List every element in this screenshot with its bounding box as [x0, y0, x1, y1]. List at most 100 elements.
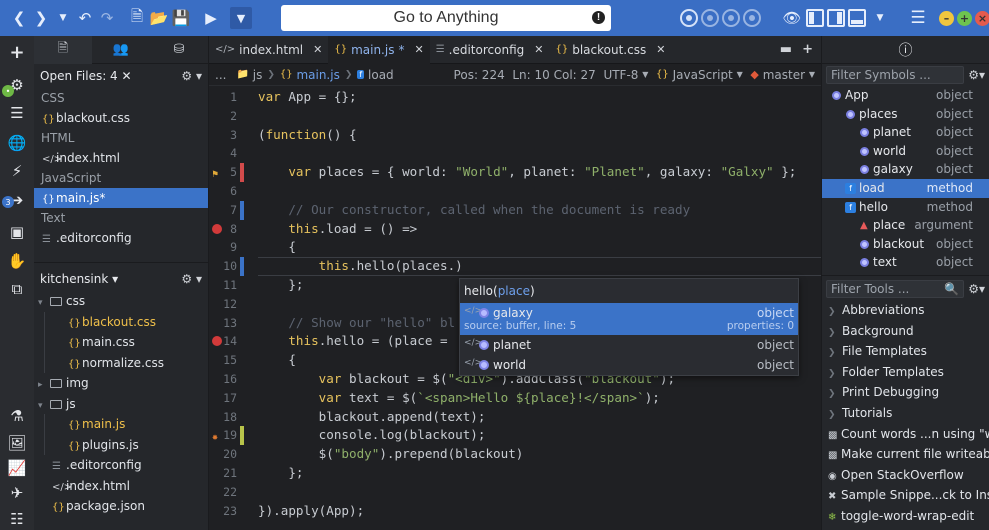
tree-file-blackout-css[interactable]: {}blackout.css — [34, 311, 208, 332]
tree-folder-img[interactable]: ▸ img — [34, 373, 208, 394]
toggle-left-pane-icon[interactable] — [806, 9, 824, 27]
close-open-files-icon[interactable]: ✕ — [122, 69, 132, 83]
search-icon[interactable]: 🔍 — [944, 281, 959, 297]
tool-count-words[interactable]: ▩Count words ...n using "wc" — [822, 424, 989, 445]
close-tab-icon[interactable]: ✕ — [414, 43, 423, 56]
symbol-places[interactable]: places object — [822, 105, 989, 124]
flask-icon[interactable]: ⚗ — [7, 406, 27, 426]
forward-icon[interactable]: ❯ — [30, 7, 52, 29]
tools-gear-icon[interactable]: ⚙▾ — [968, 282, 985, 296]
hand-icon[interactable]: ✋ — [7, 251, 27, 271]
breadcrumb-symbol[interactable]: load — [368, 68, 394, 82]
tab-list-icon[interactable]: ▬ — [780, 42, 792, 57]
project-selector[interactable]: kitchensink ▾ — [40, 272, 118, 286]
tab-people-icon[interactable]: 👥 — [92, 36, 150, 64]
redo-icon[interactable]: ↷ — [96, 7, 118, 29]
new-file-icon[interactable]: 🗎 — [126, 7, 148, 29]
add-icon[interactable]: + — [7, 42, 27, 63]
run-icon[interactable]: ▶ — [200, 7, 222, 29]
symbols-gear-icon[interactable]: ⚙▾ — [968, 68, 985, 82]
debug-icon[interactable]: ✈ — [7, 483, 27, 503]
tree-file-normalize-css[interactable]: {}normalize.css — [34, 352, 208, 373]
tree-file-main-js[interactable]: {}main.js — [34, 414, 208, 435]
autocomplete-item-galaxy[interactable]: </> galaxy object source: buffer, line: … — [460, 303, 798, 335]
tool-folder-background[interactable]: ❯ Background — [822, 321, 989, 342]
breadcrumb-file[interactable]: main.js — [296, 68, 339, 82]
open-file-editorconfig[interactable]: ☰ .editorconfig — [34, 228, 208, 248]
save-macro-icon[interactable] — [743, 9, 761, 27]
symbol-galaxy[interactable]: galaxy object — [822, 160, 989, 179]
symbol-planet[interactable]: planet object — [822, 123, 989, 142]
autocomplete-item-planet[interactable]: </> planet object — [460, 335, 798, 355]
tool-folder-print-debugging[interactable]: ❯ Print Debugging — [822, 382, 989, 403]
globe-icon[interactable]: 🌐 — [7, 133, 27, 153]
symbol-app[interactable]: App object — [822, 86, 989, 105]
tree-file-index-html[interactable]: </>index.html — [34, 476, 208, 497]
status-branch[interactable]: master — [763, 68, 805, 82]
filter-tools-input[interactable]: Filter Tools ... 🔍 — [826, 279, 965, 298]
symbol-place[interactable]: ▲ place argument — [822, 216, 989, 235]
open-file-main-js[interactable]: {}main.js* — [34, 188, 208, 208]
expand-img-icon[interactable]: ▸ — [38, 375, 50, 396]
history-dropdown-icon[interactable]: ▼ — [52, 7, 74, 29]
record-macro-icon[interactable] — [680, 9, 698, 27]
tree-file-package-json[interactable]: {}package.json — [34, 496, 208, 517]
tab-editorconfig[interactable]: ☰ .editorconfig ✕ — [430, 36, 550, 64]
close-tab-icon[interactable]: ✕ — [534, 43, 543, 56]
open-file-blackout-css[interactable]: {}blackout.css — [34, 108, 208, 128]
open-file-index-html[interactable]: </>index.html — [34, 148, 208, 168]
close-tab-icon[interactable]: ✕ — [313, 43, 322, 56]
tree-file-main-css[interactable]: {}main.css — [34, 332, 208, 353]
close-tab-icon[interactable]: ✕ — [656, 43, 665, 56]
expand-js-icon[interactable]: ▾ — [38, 396, 50, 417]
close-window-icon[interactable]: × — [975, 10, 989, 26]
layout-dropdown-icon[interactable]: ▼ — [869, 7, 891, 29]
open-folder-icon[interactable]: 📂 — [148, 7, 170, 29]
status-language[interactable]: JavaScript — [673, 68, 733, 82]
tool-folder-file-templates[interactable]: ❯ File Templates — [822, 341, 989, 362]
minimize-window-icon[interactable]: – — [939, 10, 954, 26]
toolbar-dropdown-icon[interactable]: ▼ — [230, 7, 252, 29]
go-to-anything-input[interactable]: Go to Anything ! — [281, 5, 611, 31]
hamburger-menu-icon[interactable]: ☰ — [907, 7, 929, 29]
symbol-load[interactable]: f load method — [822, 178, 989, 198]
maximize-window-icon[interactable]: + — [957, 10, 972, 26]
symbol-text[interactable]: text object — [822, 253, 989, 272]
tab-index-html[interactable]: </> index.html ✕ — [209, 36, 328, 64]
symbol-hello[interactable]: f hello method — [822, 198, 989, 217]
lightning-icon[interactable]: ⚡ — [7, 161, 27, 181]
tool-folder-abbreviations[interactable]: ❯ Abbreviations — [822, 300, 989, 321]
breadcrumb-folder[interactable]: js — [253, 68, 263, 82]
tab-main-js[interactable]: {} main.js * ✕ — [328, 35, 430, 64]
symbol-blackout[interactable]: blackout object — [822, 235, 989, 254]
tree-folder-css[interactable]: ▾ css — [34, 291, 208, 312]
lines-icon[interactable]: ☰ — [7, 103, 27, 123]
tool-open-stackoverflow[interactable]: ◉ Open StackOverflow — [822, 465, 989, 486]
info-icon[interactable]: ! — [592, 11, 605, 24]
tree-file-plugins-js[interactable]: {}plugins.js — [34, 434, 208, 455]
toggle-right-pane-icon[interactable] — [827, 9, 845, 27]
play-macro-icon[interactable] — [722, 9, 740, 27]
panel-icon[interactable]: ▣ — [7, 222, 27, 242]
share-icon[interactable]: ⧉ — [7, 279, 27, 299]
tool-toggle-word-wrap[interactable]: ❄ toggle-word-wrap-edit — [822, 506, 989, 527]
tab-file-icon[interactable]: 🗎 — [34, 35, 92, 64]
symbol-world[interactable]: world object — [822, 142, 989, 161]
tool-make-writeable[interactable]: ▩ Make current file writeable — [822, 444, 989, 465]
tool-folder-folder-templates[interactable]: ❯ Folder Templates — [822, 362, 989, 383]
stop-macro-icon[interactable] — [701, 9, 719, 27]
project-gear-icon[interactable]: ⚙ ▾ — [181, 272, 202, 286]
tab-database-icon[interactable]: ⛁ — [150, 36, 208, 64]
new-tab-icon[interactable]: + — [802, 42, 813, 57]
open-files-gear-icon[interactable]: ⚙ ▾ — [181, 69, 202, 83]
chart-icon[interactable]: 📈 — [7, 458, 27, 478]
filter-symbols-input[interactable]: Filter Symbols ... — [826, 66, 965, 84]
eye-icon[interactable]: 👁 — [781, 7, 803, 29]
expand-css-icon[interactable]: ▾ — [38, 293, 50, 314]
tree-file-editorconfig[interactable]: ☰ .editorconfig — [34, 455, 208, 476]
tab-blackout-css[interactable]: {} blackout.css ✕ — [549, 36, 671, 64]
code-intel-tab[interactable]: ⓘ — [822, 36, 989, 64]
toggle-bottom-pane-icon[interactable] — [848, 9, 866, 27]
autocomplete-item-world[interactable]: </> world object — [460, 355, 798, 375]
status-encoding[interactable]: UTF-8 — [603, 68, 638, 82]
